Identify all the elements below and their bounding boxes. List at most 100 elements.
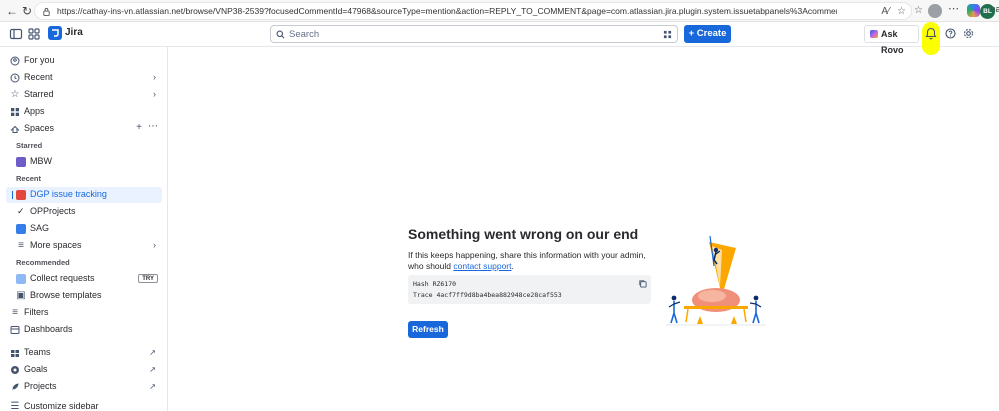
external-link-icon: ↗ xyxy=(149,348,156,357)
external-link-icon: ↗ xyxy=(149,365,156,374)
sidebar-item-label: Starred xyxy=(24,89,54,99)
sidebar-item-label: Teams xyxy=(24,347,51,357)
sidebar-item-dashboards[interactable]: Dashboards xyxy=(6,322,162,338)
sidebar-item-browse-templates[interactable]: ▣ Browse templates xyxy=(6,288,162,304)
template-icon: ▣ xyxy=(16,290,26,301)
sidebar-item-teams[interactable]: Teams ↗ xyxy=(6,345,162,361)
search-placeholder: Search xyxy=(289,29,320,40)
sidebar-item-label: Recent xyxy=(24,72,53,82)
apps-icon xyxy=(11,108,19,116)
project-avatar-icon xyxy=(16,190,26,200)
teams-icon xyxy=(11,350,19,357)
favorites-bar-icon[interactable]: ☆ xyxy=(912,4,925,17)
error-message-end: . xyxy=(511,261,514,271)
dashboard-icon xyxy=(10,326,20,334)
contact-support-link[interactable]: contact support xyxy=(453,261,511,271)
bell-icon[interactable] xyxy=(925,27,937,40)
sidebar-item-label: More spaces xyxy=(30,240,82,250)
error-title: Something went wrong on our end xyxy=(408,226,639,242)
recommended-heading: Recommended xyxy=(16,258,70,267)
back-icon[interactable]: ← xyxy=(4,3,20,19)
sidebar-item-label: Apps xyxy=(24,106,45,116)
external-link-icon: ↗ xyxy=(149,382,156,391)
error-illustration xyxy=(666,236,766,326)
read-aloud-icon[interactable]: A⁄ xyxy=(879,5,892,18)
sidebar-item-more-spaces[interactable]: ≡ More spaces › xyxy=(6,238,162,254)
sidebar-item-label: SAG xyxy=(30,223,50,233)
sidebar-item-collect-requests[interactable]: Collect requests TRY xyxy=(6,271,162,287)
sidebar-item-label: MBW xyxy=(30,156,52,166)
sidebar-project-sag[interactable]: SAG xyxy=(6,221,162,237)
sidebar-item-projects[interactable]: Projects ↗ xyxy=(6,379,162,395)
browser-more-icon[interactable]: ⋯ xyxy=(948,2,959,16)
settings-icon[interactable] xyxy=(963,28,974,39)
rovo-icon xyxy=(870,30,878,38)
spaces-icon xyxy=(10,125,20,133)
sidebar-item-filters[interactable]: ≡ Filters xyxy=(6,305,162,321)
collect-requests-icon xyxy=(16,274,26,284)
lock-icon[interactable] xyxy=(42,7,51,16)
goals-icon xyxy=(11,366,19,374)
url-text[interactable]: https://cathay-ins-vn.atlassian.net/brow… xyxy=(57,5,837,18)
sidebar-item-label: DGP issue tracking xyxy=(30,189,107,199)
filter-icon: ≡ xyxy=(12,307,18,318)
address-bar[interactable]: https://cathay-ins-vn.atlassian.net/brow… xyxy=(34,2,912,20)
jira-logo-icon[interactable] xyxy=(48,26,62,40)
sidebar-item-apps[interactable]: Apps xyxy=(6,104,162,120)
error-message-text: If this keeps happening, share this info… xyxy=(408,250,646,271)
copy-icon[interactable] xyxy=(638,279,647,288)
active-indicator xyxy=(12,191,13,199)
sidebar-item-for-you[interactable]: For you xyxy=(6,53,162,69)
chevron-right-icon[interactable]: › xyxy=(153,240,156,250)
chevron-right-icon[interactable]: › xyxy=(153,72,156,82)
sidebar-toggle-icon[interactable] xyxy=(9,27,23,41)
rovo-label: Ask Rovo xyxy=(881,29,904,55)
try-badge: TRY xyxy=(138,274,158,283)
chevron-right-icon[interactable]: › xyxy=(153,89,156,99)
sidebar-project-opprojects[interactable]: ✓ OPProjects xyxy=(6,204,162,220)
help-icon[interactable] xyxy=(945,28,956,39)
customize-icon: ☰ xyxy=(10,401,20,411)
error-details-box: Hash RZ6170 Trace 4acf7ff9d8ba4bea882948… xyxy=(408,275,651,304)
more-options-icon[interactable]: ⋯ xyxy=(148,121,158,132)
create-label: Create xyxy=(696,28,727,39)
rocket-icon xyxy=(12,383,19,391)
sidebar-item-label: Dashboards xyxy=(24,324,73,334)
add-space-icon[interactable]: + xyxy=(136,122,142,133)
search-input[interactable]: Search xyxy=(270,25,678,43)
refresh-button[interactable]: Refresh xyxy=(408,321,448,338)
favorite-icon[interactable]: ☆ xyxy=(895,5,908,18)
search-icon xyxy=(276,30,285,39)
recent-heading: Recent xyxy=(16,174,42,183)
error-message: If this keeps happening, share this info… xyxy=(408,250,658,272)
browser-toolbar: ← ↻ https://cathay-ins-vn.atlassian.net/… xyxy=(0,0,999,22)
list-icon: ≡ xyxy=(18,240,24,251)
sidebar-item-spaces[interactable]: Spaces + ⋯ xyxy=(6,121,162,137)
sidebar-item-label: Spaces xyxy=(24,123,55,133)
app-switcher-icon[interactable] xyxy=(27,27,41,41)
create-button[interactable]: + Create xyxy=(684,25,731,43)
sidebar-item-starred[interactable]: ☆ Starred › xyxy=(6,87,162,103)
project-avatar-icon xyxy=(16,157,26,167)
sidebar-item-customize[interactable]: ☰ Customize sidebar xyxy=(6,399,162,411)
sidebar-item-recent[interactable]: Recent › xyxy=(6,70,162,86)
sidebar-item-label: Projects xyxy=(24,381,57,391)
filter-grid-icon[interactable] xyxy=(663,30,672,39)
ask-rovo-button[interactable]: Ask Rovo xyxy=(864,25,919,55)
project-avatar-icon xyxy=(16,224,26,234)
user-avatar[interactable]: BL xyxy=(980,4,995,19)
trace-line: Trace 4acf7ff9d8ba4bea882948ce28caf553 xyxy=(413,291,562,299)
checkmark-icon: ✓ xyxy=(17,206,25,216)
app-name[interactable]: Jira xyxy=(65,27,83,38)
clock-icon xyxy=(10,73,20,83)
browser-profile-avatar[interactable] xyxy=(928,4,942,18)
jira-top-nav: Jira Search + Create Ask Rovo xyxy=(0,22,999,55)
star-icon: ☆ xyxy=(10,89,20,100)
sidebar-project-mbw[interactable]: MBW xyxy=(6,154,162,170)
reload-icon[interactable]: ↻ xyxy=(19,3,35,19)
starred-heading: Starred xyxy=(16,141,43,150)
sidebar-item-label: For you xyxy=(24,55,55,65)
sidebar-item-goals[interactable]: Goals ↗ xyxy=(6,362,162,378)
sidebar-project-dgp-issue-tracking[interactable]: DGP issue tracking xyxy=(6,187,162,203)
copilot-icon[interactable] xyxy=(967,4,980,17)
